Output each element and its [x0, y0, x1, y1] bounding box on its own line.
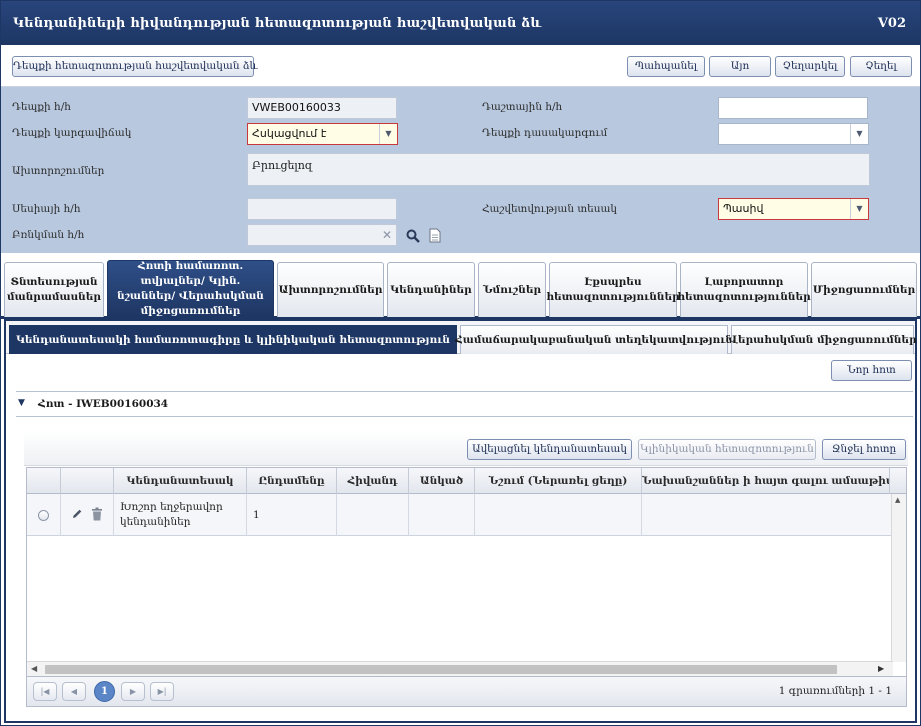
pager-info: 1 գրառումների 1 - 1 — [778, 685, 892, 697]
scroll-up-icon[interactable]: ▲ — [895, 496, 900, 504]
new-herd-button[interactable]: Նոր հոտ — [831, 360, 912, 381]
document-icon[interactable] — [429, 228, 441, 243]
case-status-value: Հսկացվում է — [252, 127, 327, 140]
vertical-scrollbar[interactable]: ▲ — [891, 494, 906, 662]
col-actions — [61, 468, 114, 494]
cancel-button[interactable]: Չեղարկել — [775, 56, 845, 77]
report-form-button[interactable]: Դեպքի հետազոտության հաշվետվական ձև — [12, 56, 258, 77]
tab-diagnoses[interactable]: Ախտորոշումներ — [277, 262, 384, 317]
chevron-down-icon[interactable]: ▼ — [850, 124, 868, 144]
case-classification-label: Դեպքի դասակարգում — [482, 127, 608, 139]
form-code: V02 — [877, 16, 906, 31]
tab-actions[interactable]: Միջոցառումներ — [811, 262, 917, 317]
subtab-control-measures[interactable]: Վերահսկման միջոցառումներ — [728, 325, 917, 354]
col-dead[interactable]: Անկած — [409, 468, 475, 494]
first-page-icon[interactable]: |◀ — [33, 682, 57, 701]
field-no-input[interactable] — [718, 97, 868, 119]
cell-note — [475, 494, 642, 536]
clear-x-icon[interactable]: ✕ — [382, 225, 392, 245]
last-page-icon[interactable]: ▶| — [150, 682, 174, 701]
tab-express-tests[interactable]: Էքսպրես հետազոտություններ — [546, 262, 680, 317]
window: Կենդանիների հիվանդության հետազոտության հ… — [0, 0, 921, 726]
herd-section-header[interactable]: ▼ Հոտ - IWEB00160034 — [16, 391, 913, 417]
report-type-select[interactable]: Պասիվ ▼ — [718, 198, 869, 220]
session-no-field[interactable] — [247, 198, 397, 220]
case-status-select[interactable]: Հսկացվում է ▼ — [247, 123, 398, 145]
session-no-label: Սեսիայի հ/հ — [12, 203, 81, 215]
outbreak-no-label: Բռնկման հ/հ — [12, 229, 85, 241]
herd-tab-panel: Կենդանատեսակի համառոտագիրը և կլինիկական … — [4, 319, 917, 723]
grid-toolbar: Ավելացնել կենդանատեսակ Կլինիկական հետազո… — [24, 432, 908, 466]
scroll-right-icon[interactable]: ▶ — [878, 664, 884, 673]
case-no-field[interactable]: VWEB00160033 — [247, 97, 397, 119]
cell-onset-date — [642, 494, 893, 536]
diagnoses-label: Ախտորոշումներ — [12, 165, 105, 177]
horizontal-scrollbar[interactable]: ◀ ▶ — [27, 661, 893, 676]
cell-total: 1 — [247, 494, 337, 536]
toolbar: Դեպքի հետազոտության հաշվետվական ձև Պահպա… — [1, 45, 920, 87]
col-select — [27, 468, 61, 494]
row-actions — [61, 494, 114, 536]
scroll-left-icon[interactable]: ◀ — [31, 664, 37, 673]
tab-lab-tests[interactable]: Լաբորատոր հետազոտություններ — [677, 262, 811, 317]
chevron-down-icon[interactable]: ▼ — [850, 199, 868, 219]
diagnoses-field[interactable]: Բրուցելոզ — [247, 153, 870, 186]
delete-herd-button[interactable]: Ջնջել հոտը — [822, 439, 906, 460]
pager: |◀ ◀ 1 ▶ ▶| 1 գրառումների 1 - 1 — [26, 677, 907, 707]
pencil-icon[interactable] — [71, 508, 83, 523]
save-button[interactable]: Պահպանել — [627, 56, 705, 77]
species-grid: Կենդանատեսակ Ընդամենը Հիվանդ Անկած Նշում… — [26, 467, 907, 677]
case-status-label: Դեպքի կարգավիճակ — [12, 127, 132, 139]
prev-page-icon[interactable]: ◀ — [62, 682, 86, 701]
cell-dead — [409, 494, 475, 536]
field-no-label: Դաշտային հ/հ — [482, 101, 563, 113]
close-button[interactable]: Չեղել — [850, 56, 912, 77]
window-title: Կենդանիների հիվանդության հետազոտության հ… — [13, 16, 542, 31]
col-note[interactable]: Նշում (Ներառել ցեղը) — [475, 468, 642, 494]
next-page-icon[interactable]: ▶ — [121, 682, 145, 701]
ok-button[interactable]: Այո — [709, 56, 771, 77]
sub-tabs: Կենդանատեսակի համառոտագիրը և կլինիկական … — [6, 321, 917, 354]
chevron-down-icon[interactable]: ▼ — [379, 124, 397, 144]
col-sick[interactable]: Հիվանդ — [337, 468, 409, 494]
herd-title: Հոտ - IWEB00160034 — [38, 398, 169, 410]
subtab-species-clinical[interactable]: Կենդանատեսակի համառոտագիրը և կլինիկական … — [9, 325, 457, 354]
cell-sick — [337, 494, 409, 536]
cell-species: Խոշոր եղջերավոր կենդանիներ — [114, 494, 247, 536]
tab-samples[interactable]: Նմուշներ — [478, 262, 546, 317]
tab-herd-summary[interactable]: Հոտի համառոտ. տվյալներ/ Կլին. նշաններ/ Վ… — [107, 260, 274, 317]
case-header-form: Դեպքի հ/հ VWEB00160033 Դաշտային հ/հ Դեպք… — [1, 87, 920, 253]
main-tabs: Տնտեսության մանրամասներ Հոտի համառոտ. տվ… — [1, 253, 920, 319]
magnifier-icon[interactable] — [406, 229, 420, 243]
current-page[interactable]: 1 — [94, 681, 115, 702]
clinical-exam-button[interactable]: Կլինիկական հետազոտություն — [638, 439, 816, 460]
report-type-label: Հաշվետվության տեսակ — [482, 203, 618, 215]
scroll-thumb[interactable] — [45, 665, 837, 674]
case-no-label: Դեպքի հ/հ — [12, 101, 71, 113]
trash-icon[interactable] — [91, 507, 103, 524]
row-radio[interactable] — [27, 494, 61, 536]
radio-icon[interactable] — [38, 509, 49, 521]
subtab-epidemiology[interactable]: Համաճարակաբանական տեղեկատվություն — [455, 325, 733, 354]
col-onset-date[interactable]: Նախանշաններ ի հայտ գալու ամսաթիվ — [642, 468, 890, 494]
title-bar: Կենդանիների հիվանդության հետազոտության հ… — [1, 1, 920, 45]
tab-farm-details[interactable]: Տնտեսության մանրամասներ — [4, 262, 104, 317]
table-row[interactable]: Խոշոր եղջերավոր կենդանիներ 1 — [27, 494, 893, 536]
case-classification-select[interactable]: ▼ — [718, 123, 869, 145]
col-species[interactable]: Կենդանատեսակ — [114, 468, 247, 494]
outbreak-no-field[interactable]: ✕ — [247, 224, 397, 246]
grid-header: Կենդանատեսակ Ընդամենը Հիվանդ Անկած Նշում… — [27, 468, 906, 494]
tab-animals[interactable]: Կենդանիներ — [387, 262, 475, 317]
add-species-button[interactable]: Ավելացնել կենդանատեսակ — [467, 439, 632, 460]
report-type-value: Պասիվ — [723, 202, 764, 215]
col-total[interactable]: Ընդամենը — [247, 468, 337, 494]
collapse-triangle-icon[interactable]: ▼ — [18, 398, 25, 408]
